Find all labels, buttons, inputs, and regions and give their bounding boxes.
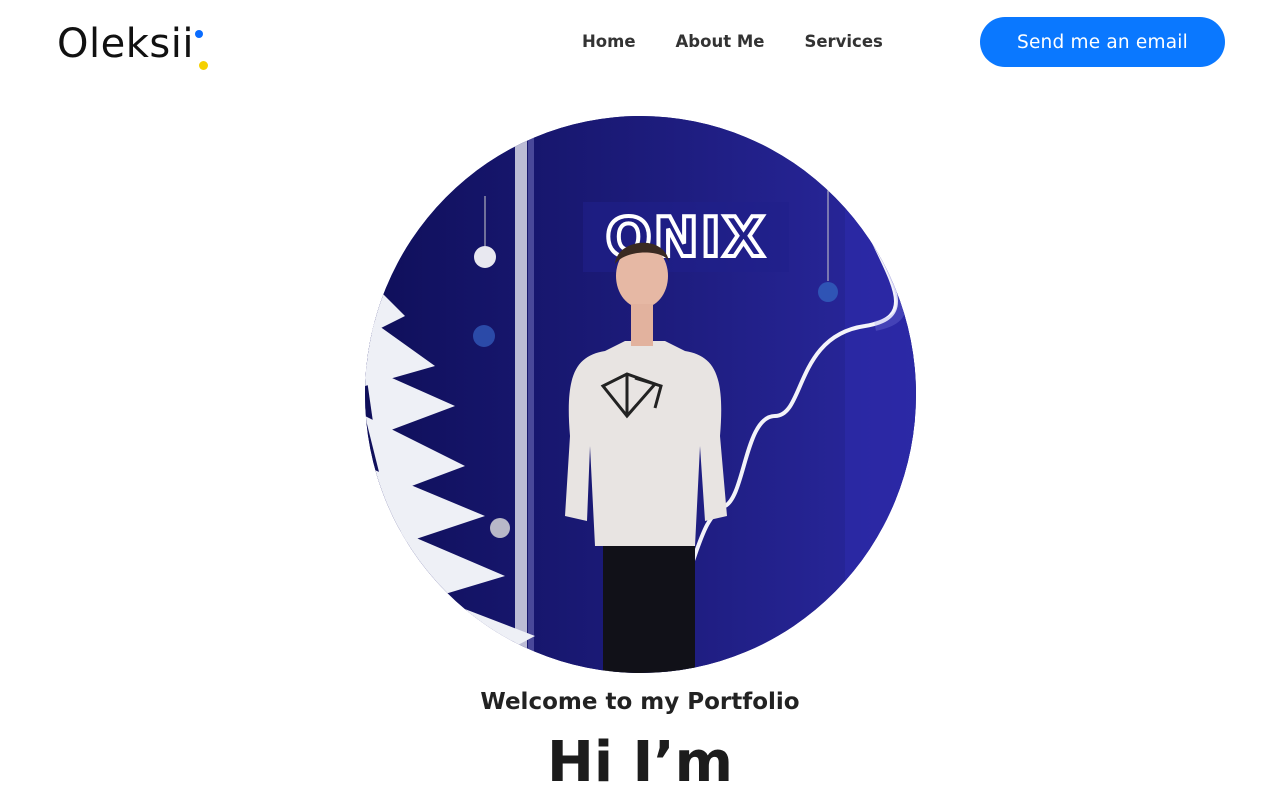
logo-dot-yellow	[198, 61, 208, 70]
logo-text: Oleksii	[57, 21, 194, 67]
nav-services-link[interactable]: Services	[804, 30, 882, 54]
hero-heading: Hi I’m	[546, 730, 734, 795]
logo-dots	[194, 22, 209, 70]
ornament-silver	[490, 518, 510, 538]
nav-about-me-link[interactable]: About Me	[676, 30, 765, 54]
light-strip-shadow	[528, 116, 534, 673]
send-email-button[interactable]: Send me an email	[980, 17, 1225, 67]
main-nav: Home About Me Services	[582, 30, 883, 54]
ornament-blue	[473, 325, 495, 347]
nav-home-link[interactable]: Home	[582, 30, 636, 54]
light-strip	[515, 116, 527, 673]
neck	[631, 304, 653, 346]
site-logo[interactable]: Oleksii	[57, 14, 209, 70]
site-header: Oleksii Home About Me Services Send me a…	[0, 0, 1280, 84]
right-panel	[845, 116, 915, 673]
logo-dot-blue	[194, 30, 203, 38]
welcome-subtitle: Welcome to my Portfolio	[480, 689, 800, 715]
profile-photo: ONIX	[365, 116, 916, 673]
trousers	[603, 546, 695, 673]
ornament-white	[474, 246, 496, 268]
ornament-blue-right	[818, 282, 838, 302]
profile-photo-illustration: ONIX	[365, 116, 916, 673]
